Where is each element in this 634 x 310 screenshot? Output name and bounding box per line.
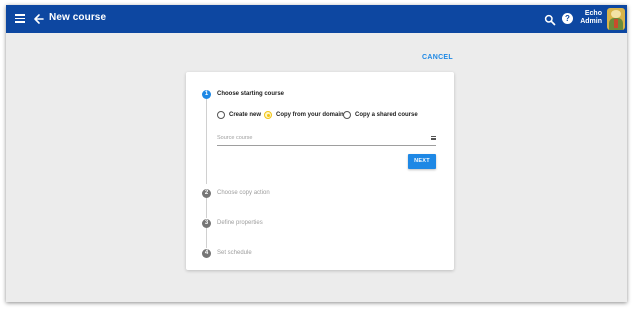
step-connector (206, 99, 207, 184)
user-last-name: Admin (580, 18, 602, 25)
radio-label: Create new (229, 112, 262, 118)
step-1-label: Choose starting course (217, 91, 285, 97)
radio-circle[interactable] (264, 111, 272, 119)
radio-label: Copy from your domain (276, 112, 344, 118)
source-course-placeholder: Source course (217, 135, 253, 141)
app-bar: New course ? Echo Admin (6, 5, 627, 33)
step-3-number: 3 (202, 219, 211, 228)
user-name[interactable]: Echo Admin (580, 10, 602, 26)
step-1-number: 1 (202, 90, 211, 99)
hamburger-menu-icon[interactable] (15, 14, 25, 23)
user-first-name: Echo (584, 10, 602, 17)
list-icon[interactable] (431, 136, 436, 141)
step-3-label[interactable]: Define properties (217, 220, 263, 226)
step-2-label[interactable]: Choose copy action (217, 190, 270, 196)
radio-circle[interactable] (343, 111, 351, 119)
next-button[interactable]: NEXT (408, 154, 436, 169)
step-4-number: 4 (202, 249, 211, 258)
step-connector (206, 227, 207, 248)
app-window: New course ? Echo Admin CANCEL 1 Choose … (6, 5, 627, 302)
wizard-card: 1 Choose starting course Create new Copy… (186, 72, 454, 270)
page-title: New course (49, 12, 107, 23)
cancel-button[interactable]: CANCEL (422, 54, 453, 61)
radio-circle[interactable] (217, 111, 225, 119)
avatar[interactable] (607, 8, 625, 30)
help-icon[interactable]: ? (562, 13, 573, 24)
radio-label: Copy a shared course (355, 112, 418, 118)
step-connector (206, 197, 207, 218)
arrow-back-icon[interactable] (33, 12, 45, 26)
step-2-number: 2 (202, 189, 211, 198)
source-course-field[interactable]: Source course (217, 133, 436, 146)
step-4-label[interactable]: Set schedule (217, 250, 252, 256)
search-icon[interactable] (544, 13, 556, 26)
